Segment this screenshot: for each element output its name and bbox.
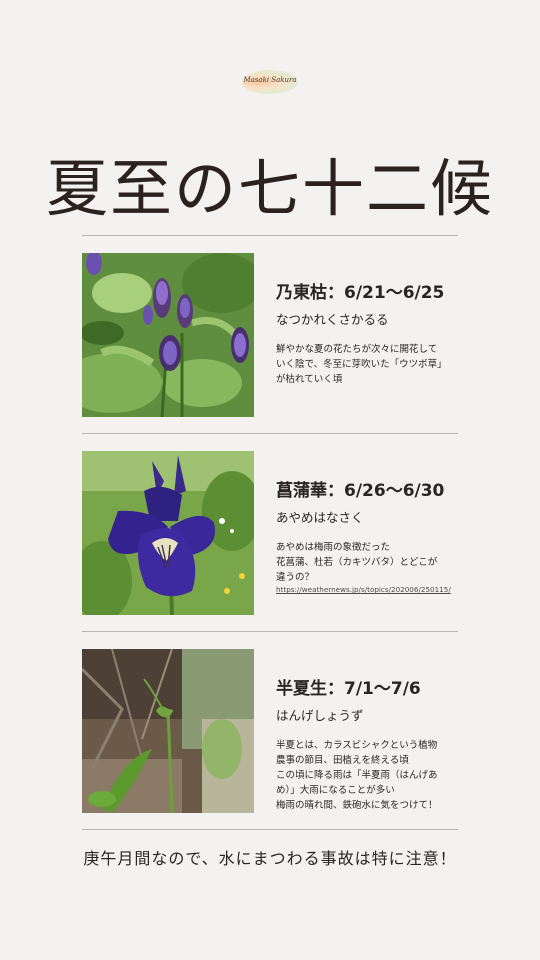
desc-line: 違うの？ [276, 572, 315, 583]
self-heal-flower-photo [82, 253, 254, 417]
brand-logo: Masaki Sakura [236, 66, 304, 98]
section-3-name: 半夏生：7/1〜7/6 [276, 679, 421, 699]
iris-flower-photo [82, 451, 254, 615]
section-1-name: 乃東枯：6/21〜6/25 [276, 283, 445, 303]
crow-dipper-plant-photo [82, 649, 254, 813]
desc-line: が枯れていく頃 [276, 374, 343, 385]
divider [82, 235, 458, 236]
section-2-info: 菖蒲華：6/26〜6/30 あやめはなさく あやめは梅雨の象徴だった 花菖蒲、杜… [276, 476, 476, 594]
desc-line: いく陰で、冬至に芽吹いた「ウツボ草」 [276, 359, 447, 370]
section-3-reading: はんげしょうず [276, 708, 364, 723]
divider [82, 631, 458, 632]
section-3-desc: 半夏とは、カラスビシャクという植物 農事の節目、田植えを終える頃 この頃に降る雨… [276, 738, 476, 813]
section-2-desc: あやめは梅雨の象徴だった 花菖蒲、杜若（カキツバタ）とどこが 違うの？ [276, 540, 476, 585]
section-1-info: 乃東枯：6/21〜6/25 なつかれくさかるる 鮮やかな夏の花たちが次々に開花し… [276, 278, 476, 387]
desc-line: 花菖蒲、杜若（カキツバタ）とどこが [276, 557, 438, 568]
desc-line: この頃に降る雨は「半夏雨（はんげあ [276, 770, 438, 781]
section-1-desc: 鮮やかな夏の花たちが次々に開花して いく陰で、冬至に芽吹いた「ウツボ草」 が枯れ… [276, 342, 476, 387]
desc-line: 梅雨の晴れ間、鉄砲水に気をつけて！ [276, 800, 438, 811]
desc-line: 鮮やかな夏の花たちが次々に開花して [276, 344, 438, 355]
divider [82, 433, 458, 434]
page-title: 夏至の七十二候 [45, 152, 494, 225]
section-2-reading: あやめはなさく [276, 510, 364, 525]
footer-note: 庚午月間なので、水にまつわる事故は特に注意！ [83, 849, 457, 868]
section-1-reading: なつかれくさかるる [276, 312, 389, 327]
article-link[interactable]: https://weathernews.jp/s/topics/202006/2… [276, 585, 476, 594]
section-3-info: 半夏生：7/1〜7/6 はんげしょうず 半夏とは、カラスビシャクという植物 農事… [276, 674, 476, 813]
desc-line: 農事の節目、田植えを終える頃 [276, 755, 409, 766]
desc-line: 半夏とは、カラスビシャクという植物 [276, 740, 438, 751]
section-2-name: 菖蒲華：6/26〜6/30 [276, 481, 445, 501]
logo-text: Masaki Sakura [243, 76, 297, 84]
desc-line: め）」大雨になることが多い [276, 785, 395, 796]
divider [82, 829, 458, 830]
desc-line: あやめは梅雨の象徴だった [276, 542, 391, 553]
